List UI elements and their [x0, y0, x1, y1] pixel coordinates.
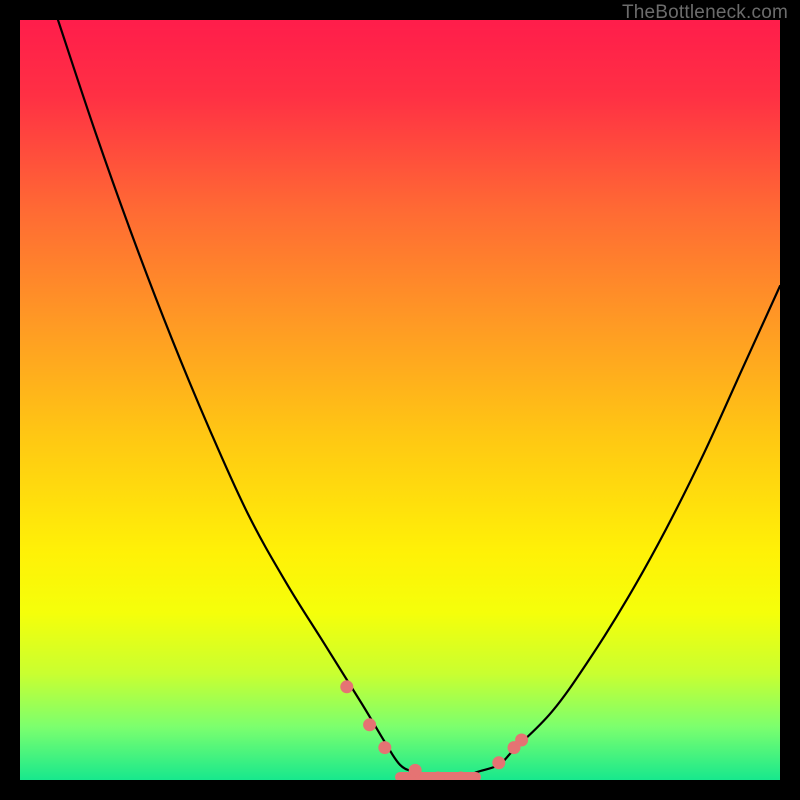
- marker-dot: [492, 756, 505, 769]
- plot-area: [20, 20, 780, 780]
- gradient-background: [20, 20, 780, 780]
- marker-dot: [515, 734, 528, 747]
- bottleneck-chart: [20, 20, 780, 780]
- marker-dot: [363, 718, 376, 731]
- outer-frame: TheBottleneck.com: [0, 0, 800, 800]
- marker-dot: [340, 680, 353, 693]
- marker-dot: [409, 764, 422, 777]
- marker-dot: [378, 741, 391, 754]
